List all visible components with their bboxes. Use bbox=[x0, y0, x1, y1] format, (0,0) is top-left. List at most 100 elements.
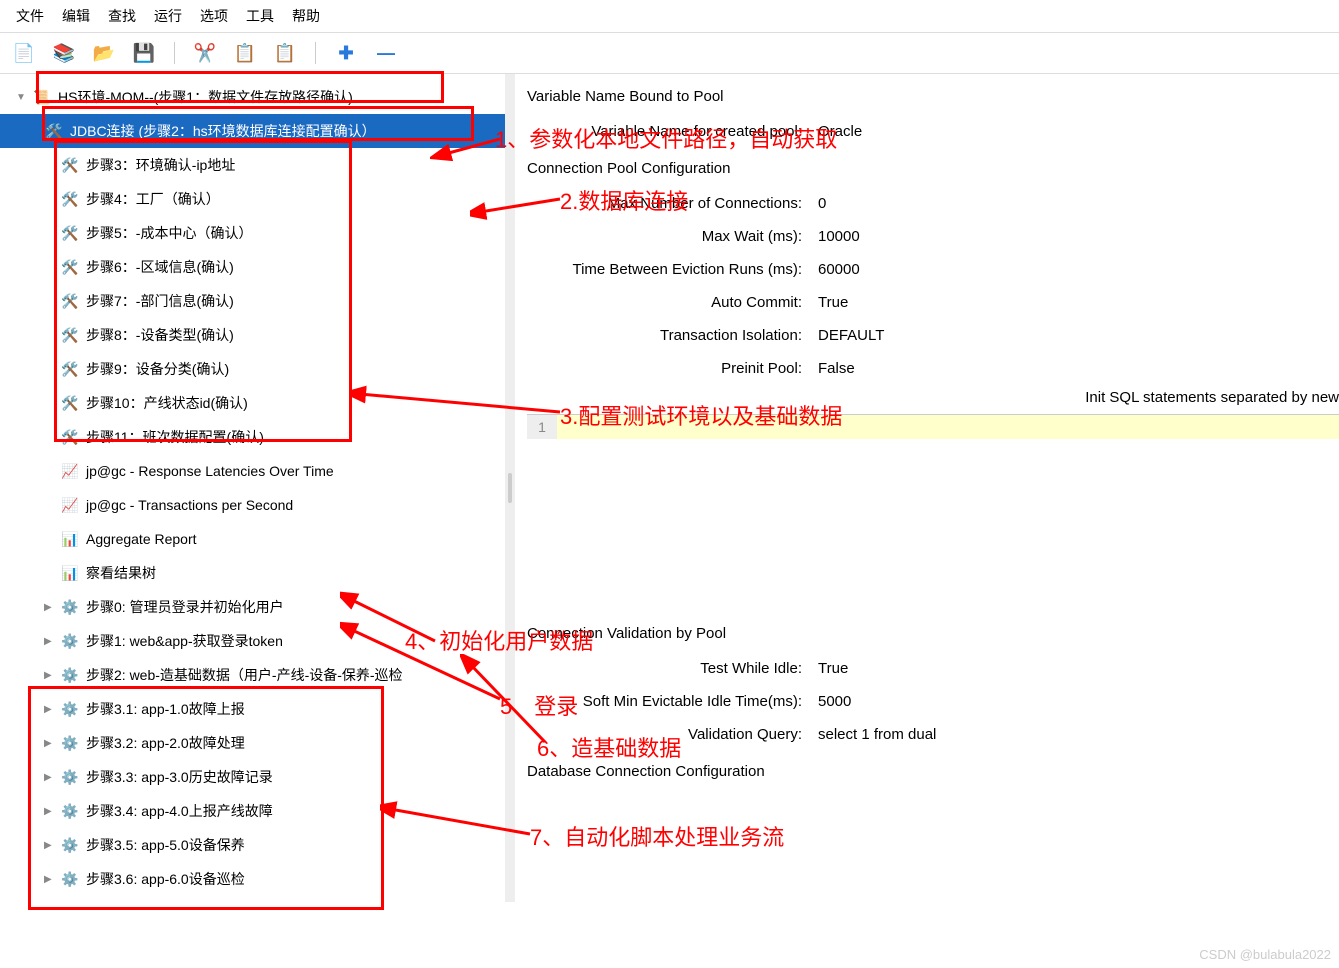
expand-icon[interactable]: ▶ bbox=[44, 772, 60, 783]
tree-item-label: 步骤4：工厂（确认） bbox=[86, 189, 220, 209]
cut-icon[interactable]: ✂️ bbox=[191, 39, 219, 67]
tree-item[interactable]: 🛠️步骤5：-成本中心（确认） bbox=[0, 216, 505, 250]
tree-item[interactable]: 📊察看结果树 bbox=[0, 556, 505, 590]
form-value[interactable]: 10000 bbox=[812, 224, 1339, 249]
tree-item[interactable]: 🛠️步骤8：-设备类型(确认) bbox=[0, 318, 505, 352]
separator bbox=[174, 42, 175, 64]
splitter[interactable] bbox=[505, 74, 515, 902]
templates-icon[interactable]: 📚 bbox=[50, 39, 78, 67]
tree-item-label: 步骤3.1: app-1.0故障上报 bbox=[86, 699, 245, 719]
tree-item[interactable]: ▶⚙️步骤0: 管理员登录并初始化用户 bbox=[0, 590, 505, 624]
form-row: Max Number of Connections:0 bbox=[527, 191, 1339, 216]
expand-icon[interactable]: ▶ bbox=[44, 806, 60, 817]
gear-icon: ⚙️ bbox=[60, 733, 80, 753]
form-value[interactable]: DEFAULT bbox=[812, 323, 1339, 348]
tree-item-label: 步骤6：-区域信息(确认) bbox=[86, 257, 234, 277]
gear-icon: ⚙️ bbox=[60, 631, 80, 651]
menu-options[interactable]: 选项 bbox=[194, 4, 234, 28]
expand-icon[interactable]: ▼ bbox=[16, 92, 32, 103]
tree-item[interactable]: 🛠️ 步骤6：-区域信息(确认) bbox=[0, 250, 505, 284]
tree-item[interactable]: 🛠️ 步骤3：环境确认-ip地址 bbox=[0, 148, 505, 182]
tree-root[interactable]: ▼ 📜 HS环境-MOM--(步骤1：数据文件存放路径确认) bbox=[0, 80, 505, 114]
sql-editor[interactable]: 1 bbox=[527, 414, 1339, 439]
copy-icon[interactable]: 📋 bbox=[231, 39, 259, 67]
new-file-icon[interactable]: 📄 bbox=[10, 39, 38, 67]
wrench-icon: 🛠️ bbox=[60, 393, 80, 413]
expand-icon[interactable]: ▶ bbox=[44, 602, 60, 613]
form-value[interactable]: True bbox=[812, 290, 1339, 315]
tree-item[interactable]: 📈jp@gc - Transactions per Second bbox=[0, 488, 505, 522]
form-label: Time Between Eviction Runs (ms): bbox=[527, 261, 812, 278]
plus-icon[interactable]: ✚ bbox=[332, 39, 360, 67]
wrench-icon: 🛠️ bbox=[60, 291, 80, 311]
sql-hint-label: Init SQL statements separated by new bbox=[1085, 389, 1339, 406]
menu-help[interactable]: 帮助 bbox=[286, 4, 326, 28]
main-container: ▼ 📜 HS环境-MOM--(步骤1：数据文件存放路径确认) 🛠️ JDBC连接… bbox=[0, 74, 1339, 902]
tree-item[interactable]: ▶⚙️步骤3.2: app-2.0故障处理 bbox=[0, 726, 505, 760]
tree-item-label: 步骤1: web&app-获取登录token bbox=[86, 631, 283, 651]
wrench-icon: 🛠️ bbox=[60, 155, 80, 175]
form-value[interactable]: 5000 bbox=[812, 689, 1339, 714]
tree-selected[interactable]: 🛠️ JDBC连接 (步骤2：hs环境数据库连接配置确认） bbox=[0, 114, 505, 148]
tree-item-label: 步骤2: web-造基础数据（用户-产线-设备-保养-巡检 bbox=[86, 665, 403, 685]
minus-icon[interactable]: — bbox=[372, 39, 400, 67]
tree-panel: ▼ 📜 HS环境-MOM--(步骤1：数据文件存放路径确认) 🛠️ JDBC连接… bbox=[0, 74, 505, 902]
form-label: Validation Query: bbox=[527, 726, 812, 743]
menu-edit[interactable]: 编辑 bbox=[56, 4, 96, 28]
tree-item-label: 察看结果树 bbox=[86, 563, 156, 583]
tree-item[interactable]: 🛠️步骤11：班次数据配置(确认) bbox=[0, 420, 505, 454]
tree-item[interactable]: 📊Aggregate Report bbox=[0, 522, 505, 556]
form-row: Test While Idle:True bbox=[527, 656, 1339, 681]
folder-open-icon[interactable]: 📂 bbox=[90, 39, 118, 67]
form-value[interactable]: True bbox=[812, 656, 1339, 681]
form-value[interactable]: 60000 bbox=[812, 257, 1339, 282]
expand-icon[interactable]: ▶ bbox=[44, 840, 60, 851]
tree-item[interactable]: ▶⚙️步骤3.3: app-3.0历史故障记录 bbox=[0, 760, 505, 794]
form-label: Max Wait (ms): bbox=[527, 228, 812, 245]
tree-item-label: 步骤0: 管理员登录并初始化用户 bbox=[86, 597, 284, 617]
tree-item[interactable]: 🛠️步骤10：产线状态id(确认) bbox=[0, 386, 505, 420]
save-icon[interactable]: 💾 bbox=[130, 39, 158, 67]
menu-tools[interactable]: 工具 bbox=[240, 4, 280, 28]
tree-item[interactable]: 🛠️步骤9：设备分类(确认) bbox=[0, 352, 505, 386]
tree-item[interactable]: ▶⚙️步骤3.4: app-4.0上报产线故障 bbox=[0, 794, 505, 828]
form-label: Max Number of Connections: bbox=[527, 195, 812, 212]
paste-icon[interactable]: 📋 bbox=[271, 39, 299, 67]
tree-item[interactable]: ▶⚙️ 步骤1: web&app-获取登录token bbox=[0, 624, 505, 658]
form-value[interactable]: False bbox=[812, 356, 1339, 381]
tree-item[interactable]: ▶⚙️步骤3.5: app-5.0设备保养 bbox=[0, 828, 505, 862]
tree-item[interactable]: ▶⚙️ 步骤2: web-造基础数据（用户-产线-设备-保养-巡检 bbox=[0, 658, 505, 692]
gear-icon: ⚙️ bbox=[60, 665, 80, 685]
menu-file[interactable]: 文件 bbox=[10, 4, 50, 28]
row-varname: Variable Name for created pool: Oracle bbox=[527, 119, 1339, 144]
detail-panel: Variable Name Bound to Pool Variable Nam… bbox=[515, 74, 1339, 902]
wrench-icon: 🛠️ bbox=[60, 257, 80, 277]
expand-icon[interactable]: ▶ bbox=[44, 738, 60, 749]
expand-icon[interactable]: ▶ bbox=[44, 704, 60, 715]
tree-item-label: 步骤11：班次数据配置(确认) bbox=[86, 427, 264, 447]
gear-icon: ⚙️ bbox=[60, 767, 80, 787]
expand-icon[interactable]: ▶ bbox=[44, 636, 60, 647]
tree-item[interactable]: 🛠️步骤4：工厂（确认） bbox=[0, 182, 505, 216]
form-label: Preinit Pool: bbox=[527, 360, 812, 377]
section-varname: Variable Name Bound to Pool bbox=[527, 82, 1339, 111]
expand-icon[interactable]: ▶ bbox=[44, 874, 60, 885]
tree-item-label: 步骤3：环境确认-ip地址 bbox=[86, 155, 235, 175]
tree-item-label: jp@gc - Response Latencies Over Time bbox=[86, 463, 334, 479]
tree-item-label: Aggregate Report bbox=[86, 531, 197, 547]
watermark: CSDN @bulabula2022 bbox=[1199, 947, 1331, 962]
tree-item[interactable]: ▶⚙️步骤3.6: app-6.0设备巡检 bbox=[0, 862, 505, 896]
wrench-icon: 🛠️ bbox=[60, 223, 80, 243]
tree-item[interactable]: ▶⚙️步骤3.1: app-1.0故障上报 bbox=[0, 692, 505, 726]
menu-run[interactable]: 运行 bbox=[148, 4, 188, 28]
form-value[interactable]: select 1 from dual bbox=[812, 722, 1339, 747]
form-row: Validation Query:select 1 from dual bbox=[527, 722, 1339, 747]
val-varname[interactable]: Oracle bbox=[812, 119, 1339, 144]
tree-item[interactable]: 🛠️步骤7：-部门信息(确认) bbox=[0, 284, 505, 318]
menu-find[interactable]: 查找 bbox=[102, 4, 142, 28]
expand-icon[interactable]: ▶ bbox=[44, 670, 60, 681]
tree-item-label: jp@gc - Transactions per Second bbox=[86, 497, 293, 513]
tree-item[interactable]: 📈jp@gc - Response Latencies Over Time bbox=[0, 454, 505, 488]
form-value[interactable]: 0 bbox=[812, 191, 1339, 216]
code-area[interactable] bbox=[557, 415, 1339, 439]
